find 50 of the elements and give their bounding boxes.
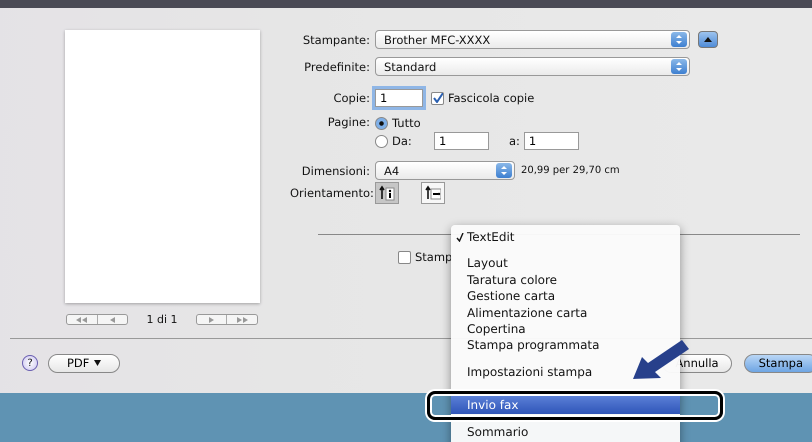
- portrait-orientation-button[interactable]: [375, 182, 399, 204]
- landscape-orientation-button[interactable]: [421, 182, 445, 204]
- to-label: a:: [509, 134, 520, 148]
- menu-item[interactable]: Gestione carta: [467, 288, 556, 305]
- stepper-icon: [671, 59, 687, 74]
- menu-item[interactable]: Alimentazione carta: [467, 304, 588, 321]
- paper-size-dropdown[interactable]: A4: [375, 161, 515, 180]
- header-footer-label: Stamp: [415, 250, 452, 264]
- stepper-icon: [671, 32, 687, 47]
- pages-radio[interactable]: [375, 116, 388, 130]
- presets-label: Predefinite:: [303, 60, 370, 74]
- menu-item[interactable]: Taratura colore: [467, 272, 558, 288]
- from-page-field[interactable]: 1: [434, 132, 489, 150]
- previous-page-button[interactable]: [66, 314, 128, 325]
- collapse-button[interactable]: [698, 31, 718, 48]
- triangle-up-icon: [704, 37, 712, 42]
- caret-icon: [94, 360, 102, 366]
- header-footer-checkbox[interactable]: [398, 250, 411, 264]
- menu-item[interactable]: Copertina: [467, 320, 526, 338]
- orientation-label: Orientamento:: [290, 186, 370, 200]
- printer-label: Stampante:: [302, 32, 370, 46]
- pdf-button[interactable]: PDF: [48, 354, 120, 372]
- presets-dropdown[interactable]: Standard: [375, 57, 690, 76]
- menu-item[interactable]: Invio fax: [451, 396, 680, 414]
- double-triangle-left-icon: [76, 316, 88, 322]
- menu-item[interactable]: Layout: [467, 255, 508, 272]
- page-counter: 1 di 1: [146, 313, 178, 326]
- to-page-field[interactable]: 1: [524, 132, 579, 150]
- pages-option-label: Da:: [392, 134, 413, 148]
- stepper-icon: [496, 163, 512, 178]
- paper-size-label: Dimensioni:: [300, 164, 370, 178]
- paper-size-note: 20,99 per 29,70 cm: [521, 165, 620, 176]
- next-page-button[interactable]: [196, 314, 258, 325]
- copies-field[interactable]: 1: [375, 89, 423, 107]
- printer-dropdown[interactable]: Brother MFC-XXXX: [375, 30, 690, 49]
- triangle-right-icon: [208, 316, 214, 322]
- menu-item[interactable]: Sommario: [467, 424, 528, 441]
- triangle-left-icon: [110, 316, 116, 322]
- pages-label: Pagine:: [326, 115, 370, 129]
- menu-item[interactable]: Stampa programmata: [467, 337, 600, 354]
- menu-item[interactable]: Impostazioni stampa: [467, 364, 592, 380]
- help-button[interactable]: ?: [22, 355, 38, 371]
- print-button[interactable]: Stampa: [744, 354, 812, 372]
- collate-checkbox[interactable]: [431, 92, 444, 104]
- menu-item[interactable]: TextEdit: [467, 229, 515, 246]
- pages-radio[interactable]: [375, 134, 388, 148]
- double-triangle-right-icon: [236, 316, 248, 322]
- collate-label: Fascicola copie: [448, 91, 534, 105]
- pages-option-label: Tutto: [392, 116, 421, 130]
- copies-label: Copie:: [332, 91, 370, 105]
